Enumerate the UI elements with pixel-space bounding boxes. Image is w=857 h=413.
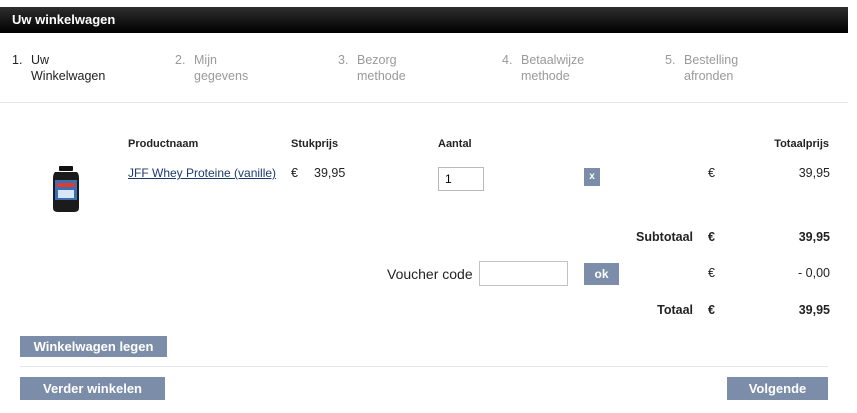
total-price-value: 39,95	[798, 166, 830, 180]
header-unit-price: Stukprijs	[291, 138, 339, 150]
step-label: gegevens	[194, 69, 249, 83]
divider	[20, 366, 828, 367]
step-label: Bezorg	[357, 53, 397, 67]
continue-shopping-button[interactable]: Verder winkelen	[20, 377, 165, 400]
header-quantity: Aantal	[438, 138, 472, 150]
step-3: 3. Bezorg methode	[338, 52, 406, 84]
step-number: 2.	[175, 53, 186, 67]
subtotal-label: Subtotaal	[636, 230, 693, 244]
step-label: Uw	[31, 53, 50, 67]
step-1: 1. Uw Winkelwagen	[12, 52, 105, 84]
step-label: methode	[357, 69, 406, 83]
step-number: 4.	[502, 53, 513, 67]
step-number: 5.	[665, 53, 676, 67]
next-button[interactable]: Volgende	[727, 377, 828, 400]
step-label: Betaalwijze	[521, 53, 585, 67]
discount-currency: €	[708, 266, 715, 280]
step-number: 1.	[12, 53, 23, 67]
header-product: Productnaam	[128, 138, 199, 150]
product-name-link[interactable]: JFF Whey Proteine (vanille)	[128, 166, 276, 180]
step-label: Mijn	[194, 53, 217, 67]
total-price-currency: €	[708, 166, 715, 180]
subtotal-value: 39,95	[798, 230, 830, 244]
total-value: 39,95	[798, 303, 830, 317]
total-label: Totaal	[657, 303, 693, 317]
voucher-ok-button[interactable]: ok	[584, 263, 619, 285]
remove-item-button[interactable]: x	[584, 168, 600, 186]
empty-cart-button[interactable]: Winkelwagen legen	[20, 336, 167, 357]
page-title: Uw winkelwagen	[12, 12, 116, 27]
voucher-code-input[interactable]	[479, 261, 568, 286]
total-currency: €	[708, 303, 715, 317]
step-2: 2. Mijn gegevens	[175, 52, 248, 84]
quantity-input[interactable]	[438, 167, 484, 191]
step-4: 4. Betaalwijze methode	[502, 52, 584, 84]
step-label: Bestelling	[684, 53, 739, 67]
step-label: afronden	[684, 69, 734, 83]
unit-price-value: 39,95	[314, 166, 346, 180]
voucher-label: Voucher code	[387, 266, 473, 282]
page-header: Uw winkelwagen	[0, 7, 848, 33]
discount-value: - 0,00	[798, 266, 830, 280]
step-label: methode	[521, 69, 570, 83]
unit-price-currency: €	[291, 166, 298, 180]
subtotal-currency: €	[708, 230, 715, 244]
header-total: Totaalprijs	[774, 138, 829, 150]
checkout-steps: 1. Uw Winkelwagen 2. Mijn gegevens 3. Bezo…	[0, 52, 848, 103]
step-label: Winkelwagen	[31, 69, 106, 83]
product-image[interactable]	[50, 166, 82, 212]
step-number: 3.	[338, 53, 349, 67]
step-5: 5. Bestelling afronden	[665, 52, 738, 84]
